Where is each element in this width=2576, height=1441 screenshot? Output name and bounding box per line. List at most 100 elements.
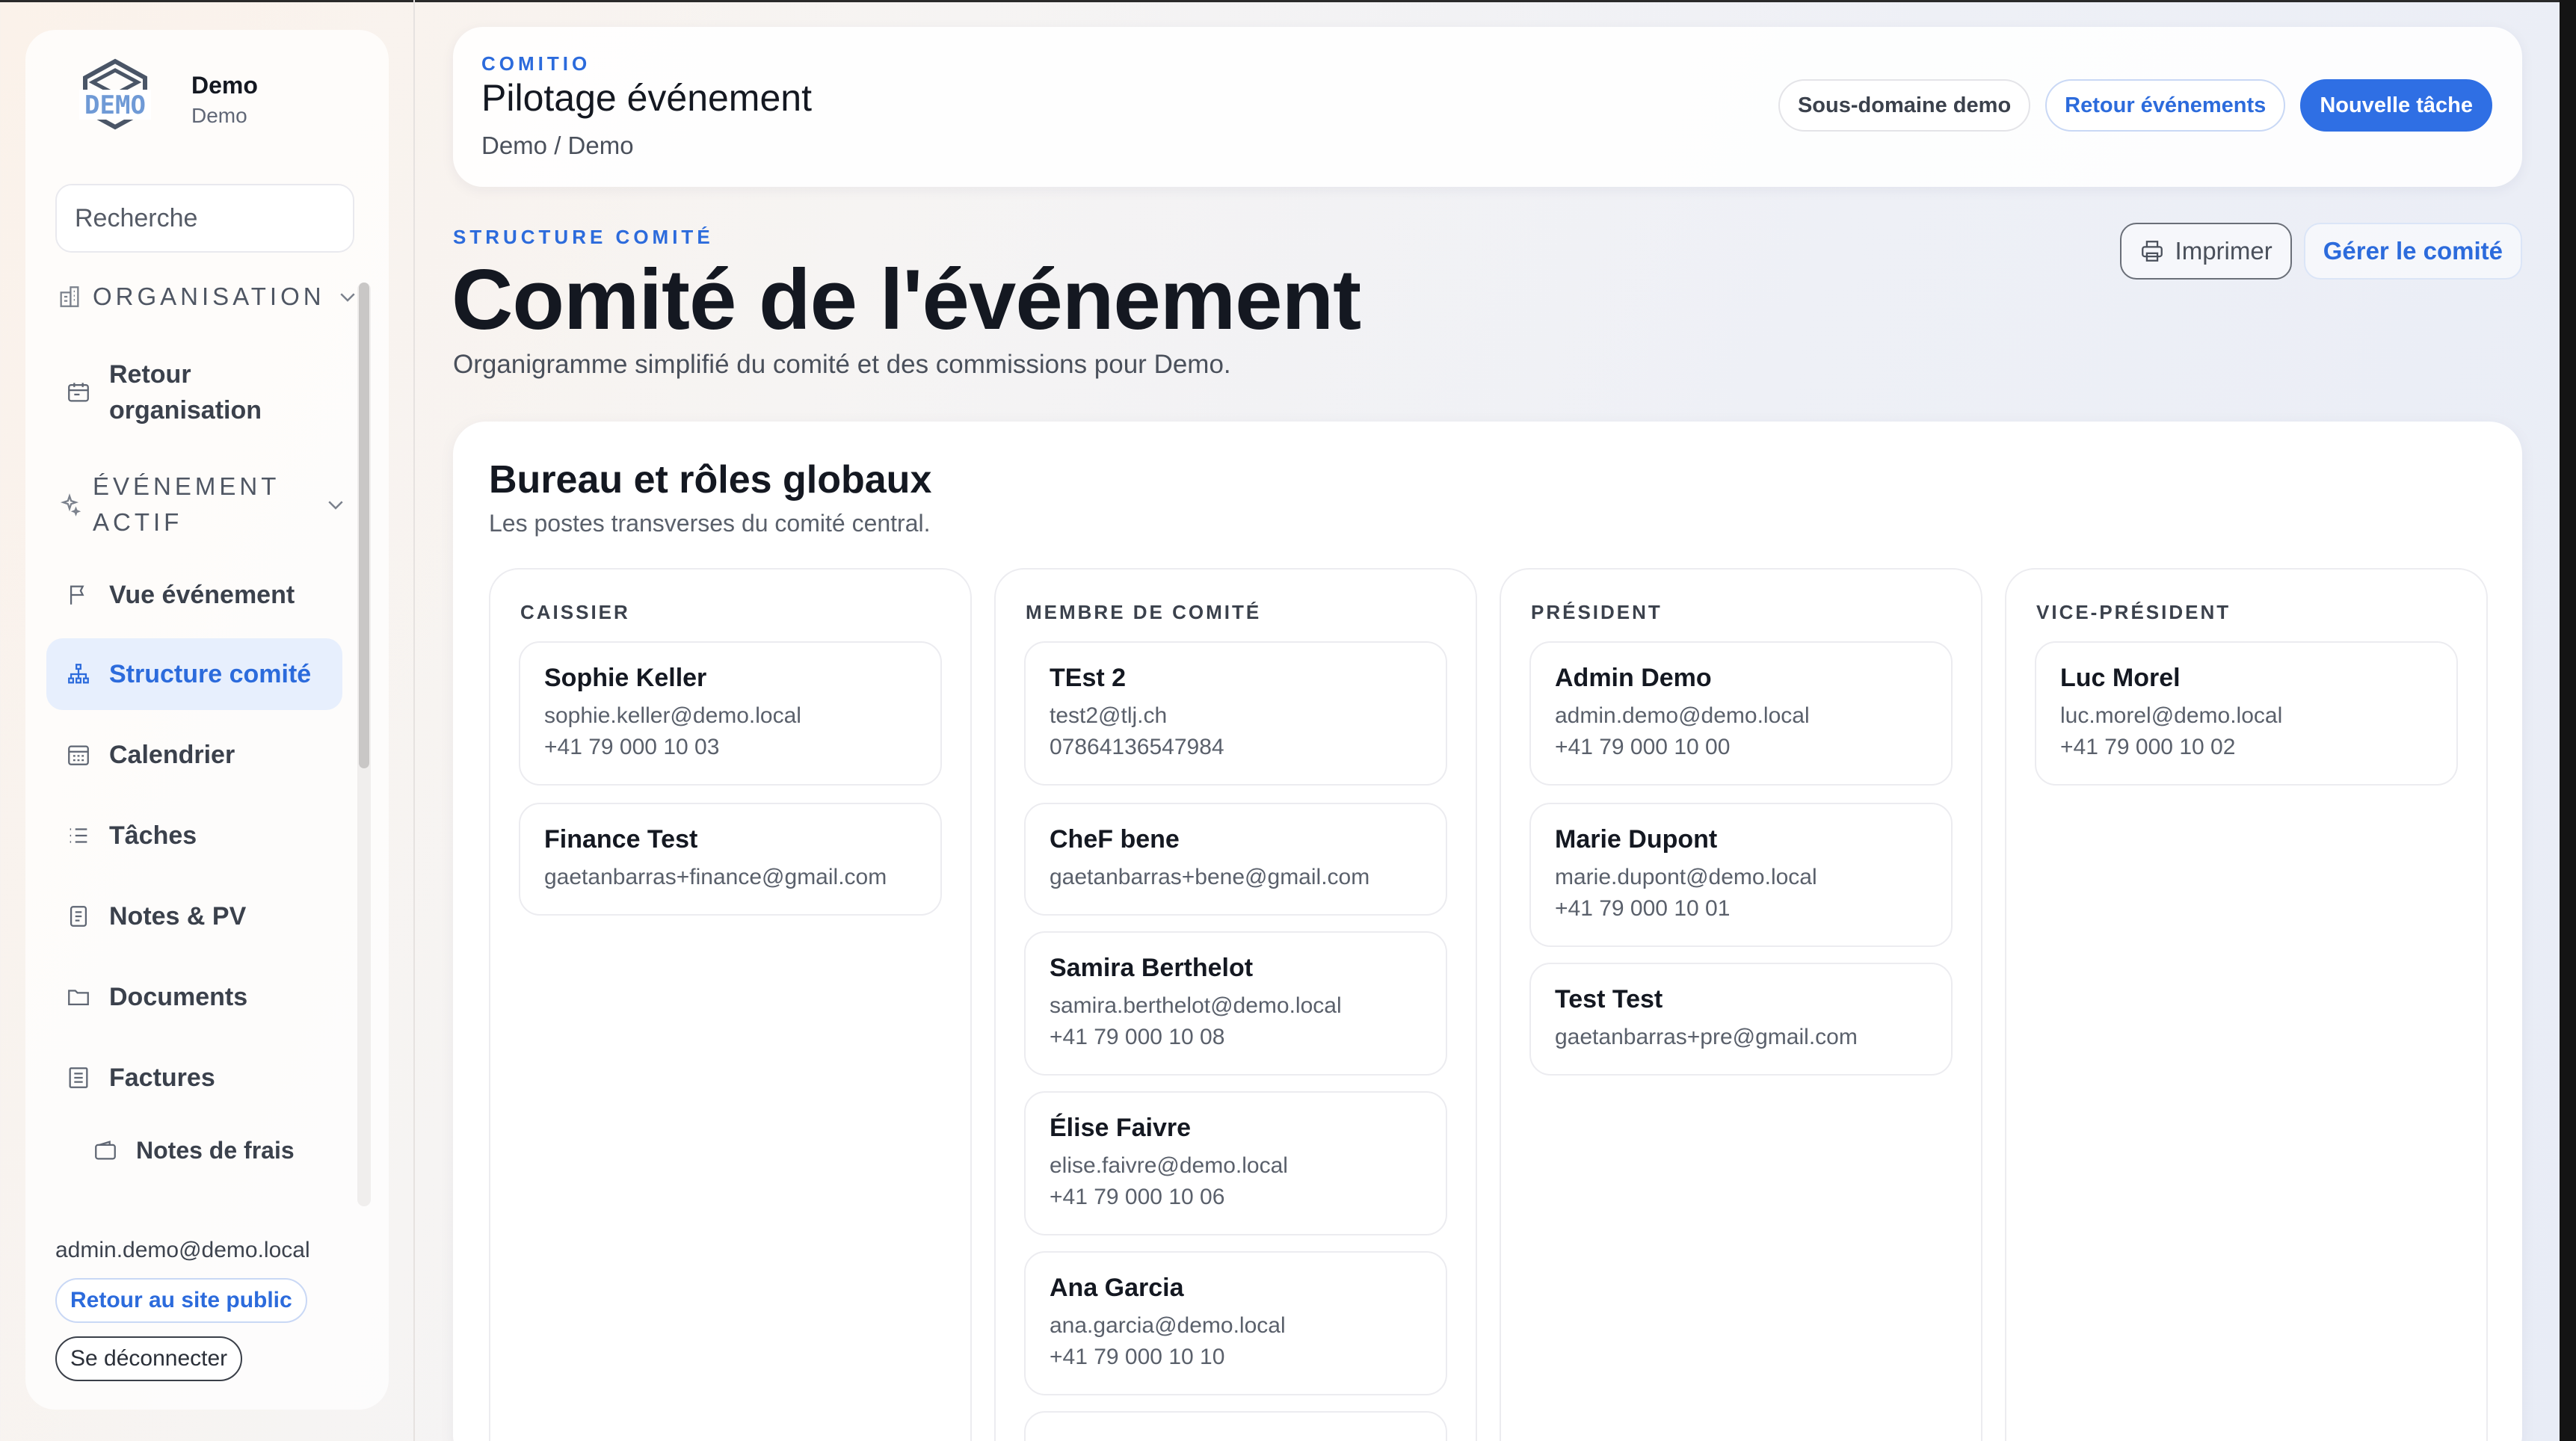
- role-column-caissier: CAISSIER Sophie Keller sophie.keller@dem…: [489, 568, 972, 1441]
- sidebar-subitem-notes-de-frais[interactable]: Notes de frais: [73, 1117, 369, 1184]
- header-title: Pilotage événement: [481, 77, 812, 119]
- person-card[interactable]: Finance Test gaetanbarras+finance@gmail.…: [519, 803, 942, 916]
- person-phone: +41 79 000 10 00: [1555, 735, 1731, 759]
- user-email: admin.demo@demo.local: [55, 1238, 310, 1262]
- page-kicker: STRUCTURE COMITÉ: [453, 226, 714, 248]
- wallet-icon: [95, 1141, 116, 1160]
- sidebar-item-label: Notes & PV: [109, 901, 247, 931]
- nav-section-evenement-actif[interactable]: ÉVÉNEMENT ACTIF: [57, 463, 356, 546]
- public-site-button[interactable]: Retour au site public: [55, 1278, 307, 1323]
- window-top-edge: [0, 0, 2576, 2]
- back-events-button[interactable]: Retour événements: [2045, 79, 2286, 132]
- person-name: Admin Demo: [1555, 664, 1712, 692]
- nav-section-label: ÉVÉNEMENT ACTIF: [93, 472, 280, 536]
- person-card[interactable]: [1024, 1411, 1447, 1441]
- person-email: samira.berthelot@demo.local: [1050, 993, 1342, 1018]
- role-title: PRÉSIDENT: [1531, 601, 1663, 623]
- person-email: test2@tlj.ch: [1050, 703, 1168, 728]
- header-actions: Sous-domaine demo Retour événements Nouv…: [1778, 79, 2492, 132]
- invoice-icon: [69, 1067, 88, 1088]
- search-input[interactable]: [57, 185, 353, 251]
- section-subtitle: Les postes transverses du comité central…: [489, 510, 931, 537]
- person-name: Marie Dupont: [1555, 825, 1718, 854]
- sidebar-item-calendrier[interactable]: Calendrier: [46, 719, 342, 791]
- person-name: Ana Garcia: [1050, 1274, 1184, 1302]
- person-card[interactable]: Marie Dupont marie.dupont@demo.local +41…: [1529, 803, 1953, 947]
- person-email: sophie.keller@demo.local: [544, 703, 801, 728]
- chevron-down-icon: [340, 293, 355, 302]
- person-phone: +41 79 000 10 10: [1050, 1345, 1225, 1369]
- sidebar-item-label: Structure comité: [109, 659, 312, 688]
- new-task-button[interactable]: Nouvelle tâche: [2300, 79, 2492, 132]
- brand-subtitle: Demo: [191, 103, 247, 127]
- person-email: gaetanbarras+bene@gmail.com: [1050, 865, 1370, 889]
- window-right-edge: [2560, 0, 2576, 1441]
- brand[interactable]: DEMO Demo Demo: [49, 30, 258, 169]
- person-phone: +41 79 000 10 03: [544, 735, 720, 759]
- calendar-back-icon: [68, 383, 89, 402]
- manage-committee-button[interactable]: Gérer le comité: [2303, 223, 2522, 280]
- person-card[interactable]: Sophie Keller sophie.keller@demo.local +…: [519, 641, 942, 786]
- person-card[interactable]: Luc Morel luc.morel@demo.local +41 79 00…: [2035, 641, 2458, 786]
- breadcrumb: Demo / Demo: [481, 132, 634, 159]
- sidebar-item-back-organisation[interactable]: Retour organisation: [46, 351, 342, 433]
- org-chart-icon: [68, 664, 89, 684]
- person-email: elise.faivre@demo.local: [1050, 1153, 1288, 1178]
- building-icon: [60, 286, 79, 307]
- sidebar-item-documents[interactable]: Documents: [46, 961, 342, 1033]
- print-label: Imprimer: [2175, 237, 2273, 265]
- sidebar-item-label: Notes de frais: [136, 1136, 295, 1164]
- flag-icon: [70, 585, 84, 605]
- person-email: marie.dupont@demo.local: [1555, 865, 1817, 889]
- person-phone: 07864136547984: [1050, 735, 1224, 759]
- top-header: COMITIO Pilotage événement Demo / Demo S…: [453, 27, 2522, 187]
- subdomain-badge[interactable]: Sous-domaine demo: [1778, 79, 2031, 132]
- chevron-down-icon: [328, 501, 343, 510]
- sidebar-item-vue-evenement[interactable]: Vue événement: [46, 559, 342, 631]
- notes-icon: [70, 906, 87, 927]
- sidebar-item-factures[interactable]: Factures: [46, 1042, 342, 1114]
- sidebar-item-label: Tâches: [109, 821, 197, 850]
- sidebar-item-label: Vue événement: [109, 580, 295, 609]
- role-column-membre-de-comite: MEMBRE DE COMITÉ TEst 2 test2@tlj.ch 078…: [994, 568, 1477, 1441]
- role-title: VICE-PRÉSIDENT: [2036, 601, 2231, 623]
- person-name: Test Test: [1555, 985, 1663, 1013]
- person-name: CheF bene: [1050, 825, 1180, 854]
- sidebar-scrollbar-thumb[interactable]: [359, 283, 369, 768]
- person-name: Luc Morel: [2060, 664, 2181, 692]
- person-email: gaetanbarras+pre@gmail.com: [1555, 1025, 1858, 1049]
- sidebar-item-notes-pv[interactable]: Notes & PV: [46, 880, 342, 952]
- printer-icon: [2141, 241, 2163, 262]
- person-card[interactable]: Ana Garcia ana.garcia@demo.local +41 79 …: [1024, 1251, 1447, 1395]
- person-card[interactable]: Élise Faivre elise.faivre@demo.local +41…: [1024, 1091, 1447, 1235]
- role-title: CAISSIER: [520, 601, 630, 623]
- role-column-president: PRÉSIDENT Admin Demo admin.demo@demo.loc…: [1500, 568, 1982, 1441]
- person-card[interactable]: Test Test gaetanbarras+pre@gmail.com: [1529, 963, 1953, 1076]
- person-phone: +41 79 000 10 08: [1050, 1025, 1225, 1049]
- page-title: Comité de l'événement: [452, 253, 1361, 348]
- folder-icon: [68, 990, 89, 1006]
- search-bar: Go: [55, 184, 354, 253]
- sidebar-item-taches[interactable]: Tâches: [46, 800, 342, 871]
- person-email: gaetanbarras+finance@gmail.com: [544, 865, 887, 889]
- person-card[interactable]: Samira Berthelot samira.berthelot@demo.l…: [1024, 931, 1447, 1076]
- logout-button[interactable]: Se déconnecter: [55, 1336, 243, 1381]
- person-card[interactable]: CheF bene gaetanbarras+bene@gmail.com: [1024, 803, 1447, 916]
- sidebar-item-label: Factures: [109, 1063, 215, 1092]
- person-email: luc.morel@demo.local: [2060, 703, 2283, 728]
- brand-logo-icon: DEMO: [79, 58, 151, 130]
- person-card[interactable]: TEst 2 test2@tlj.ch 07864136547984: [1024, 641, 1447, 786]
- sidebar-item-structure-comite[interactable]: Structure comité: [46, 638, 342, 710]
- page-subtitle: Organigramme simplifié du comité et des …: [453, 350, 1231, 379]
- person-name: TEst 2: [1050, 664, 1127, 692]
- app-kicker: COMITIO: [481, 52, 591, 75]
- bureau-card: Bureau et rôles globaux Les postes trans…: [453, 422, 2522, 1441]
- nav-section-organisation[interactable]: ORGANISATION: [57, 271, 356, 323]
- person-card[interactable]: Admin Demo admin.demo@demo.local +41 79 …: [1529, 641, 1953, 786]
- person-name: Sophie Keller: [544, 664, 707, 692]
- person-email: admin.demo@demo.local: [1555, 703, 1810, 728]
- sparkles-icon: [60, 493, 81, 516]
- person-name: Samira Berthelot: [1050, 954, 1254, 982]
- role-column-vice-president: VICE-PRÉSIDENT Luc Morel luc.morel@demo.…: [2005, 568, 2488, 1441]
- print-button[interactable]: Imprimer: [2119, 223, 2292, 280]
